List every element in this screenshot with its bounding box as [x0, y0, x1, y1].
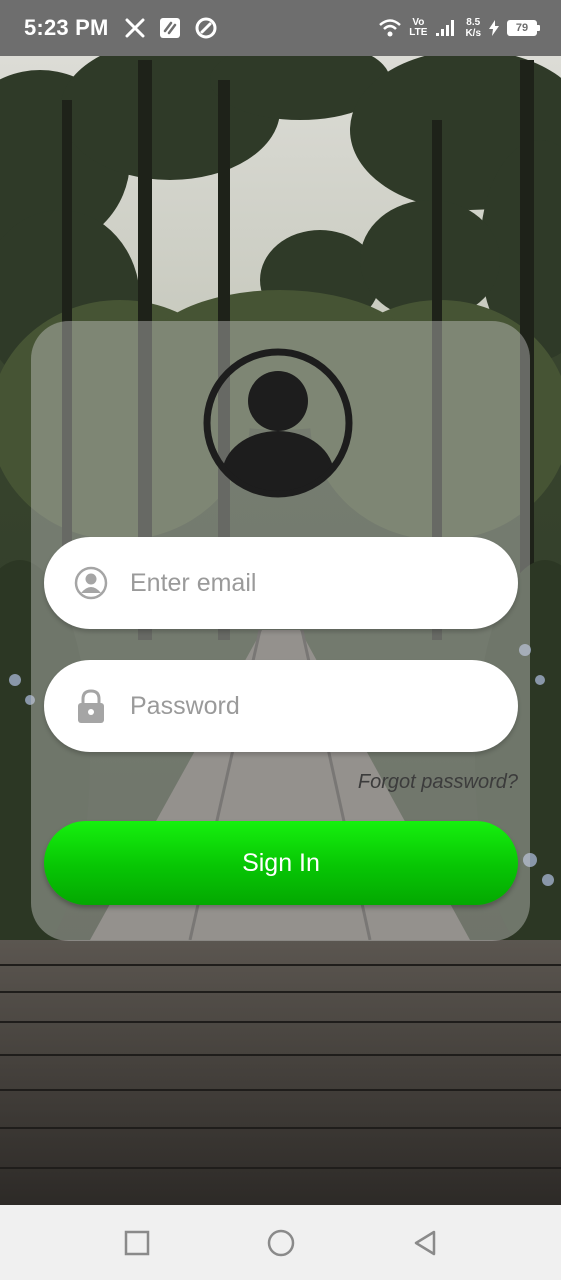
network-speed: 8.5 K/s — [465, 17, 481, 39]
password-field[interactable] — [44, 660, 518, 752]
sign-in-button[interactable]: Sign In — [44, 821, 518, 905]
status-time: 5:23 PM — [24, 15, 109, 40]
home-circle-icon[interactable] — [264, 1226, 298, 1260]
profile-avatar-icon — [203, 348, 353, 498]
forgot-password-link[interactable]: Forgot password? — [358, 771, 518, 794]
system-status-icons: Vo LTE 8.5 K/s 79 — [379, 17, 540, 39]
battery-indicator: 79 — [507, 20, 540, 36]
charging-bolt-icon — [489, 20, 499, 36]
sync-app-icon — [195, 17, 217, 39]
notification-icons — [125, 17, 217, 39]
user-circle-icon — [74, 566, 108, 600]
back-triangle-icon[interactable] — [408, 1226, 442, 1260]
notes-app-icon — [159, 17, 181, 39]
x-logo-icon — [125, 18, 145, 38]
lock-icon — [74, 689, 108, 723]
login-screen: 5:23 PM Vo LTE 8.5 K/s 79 Enter email Fo… — [0, 0, 561, 1280]
password-input[interactable] — [128, 690, 492, 722]
email-input[interactable] — [128, 567, 492, 599]
signal-strength-icon — [435, 19, 457, 37]
login-card: Forgot password? Sign In — [31, 321, 530, 941]
email-field[interactable] — [44, 537, 518, 629]
volte-label: Vo LTE — [409, 17, 428, 38]
system-navigation-bar — [0, 1205, 561, 1280]
status-bar: 5:23 PM Vo LTE 8.5 K/s 79 — [0, 0, 561, 56]
wifi-icon — [379, 19, 402, 37]
recents-square-icon[interactable] — [120, 1226, 154, 1260]
